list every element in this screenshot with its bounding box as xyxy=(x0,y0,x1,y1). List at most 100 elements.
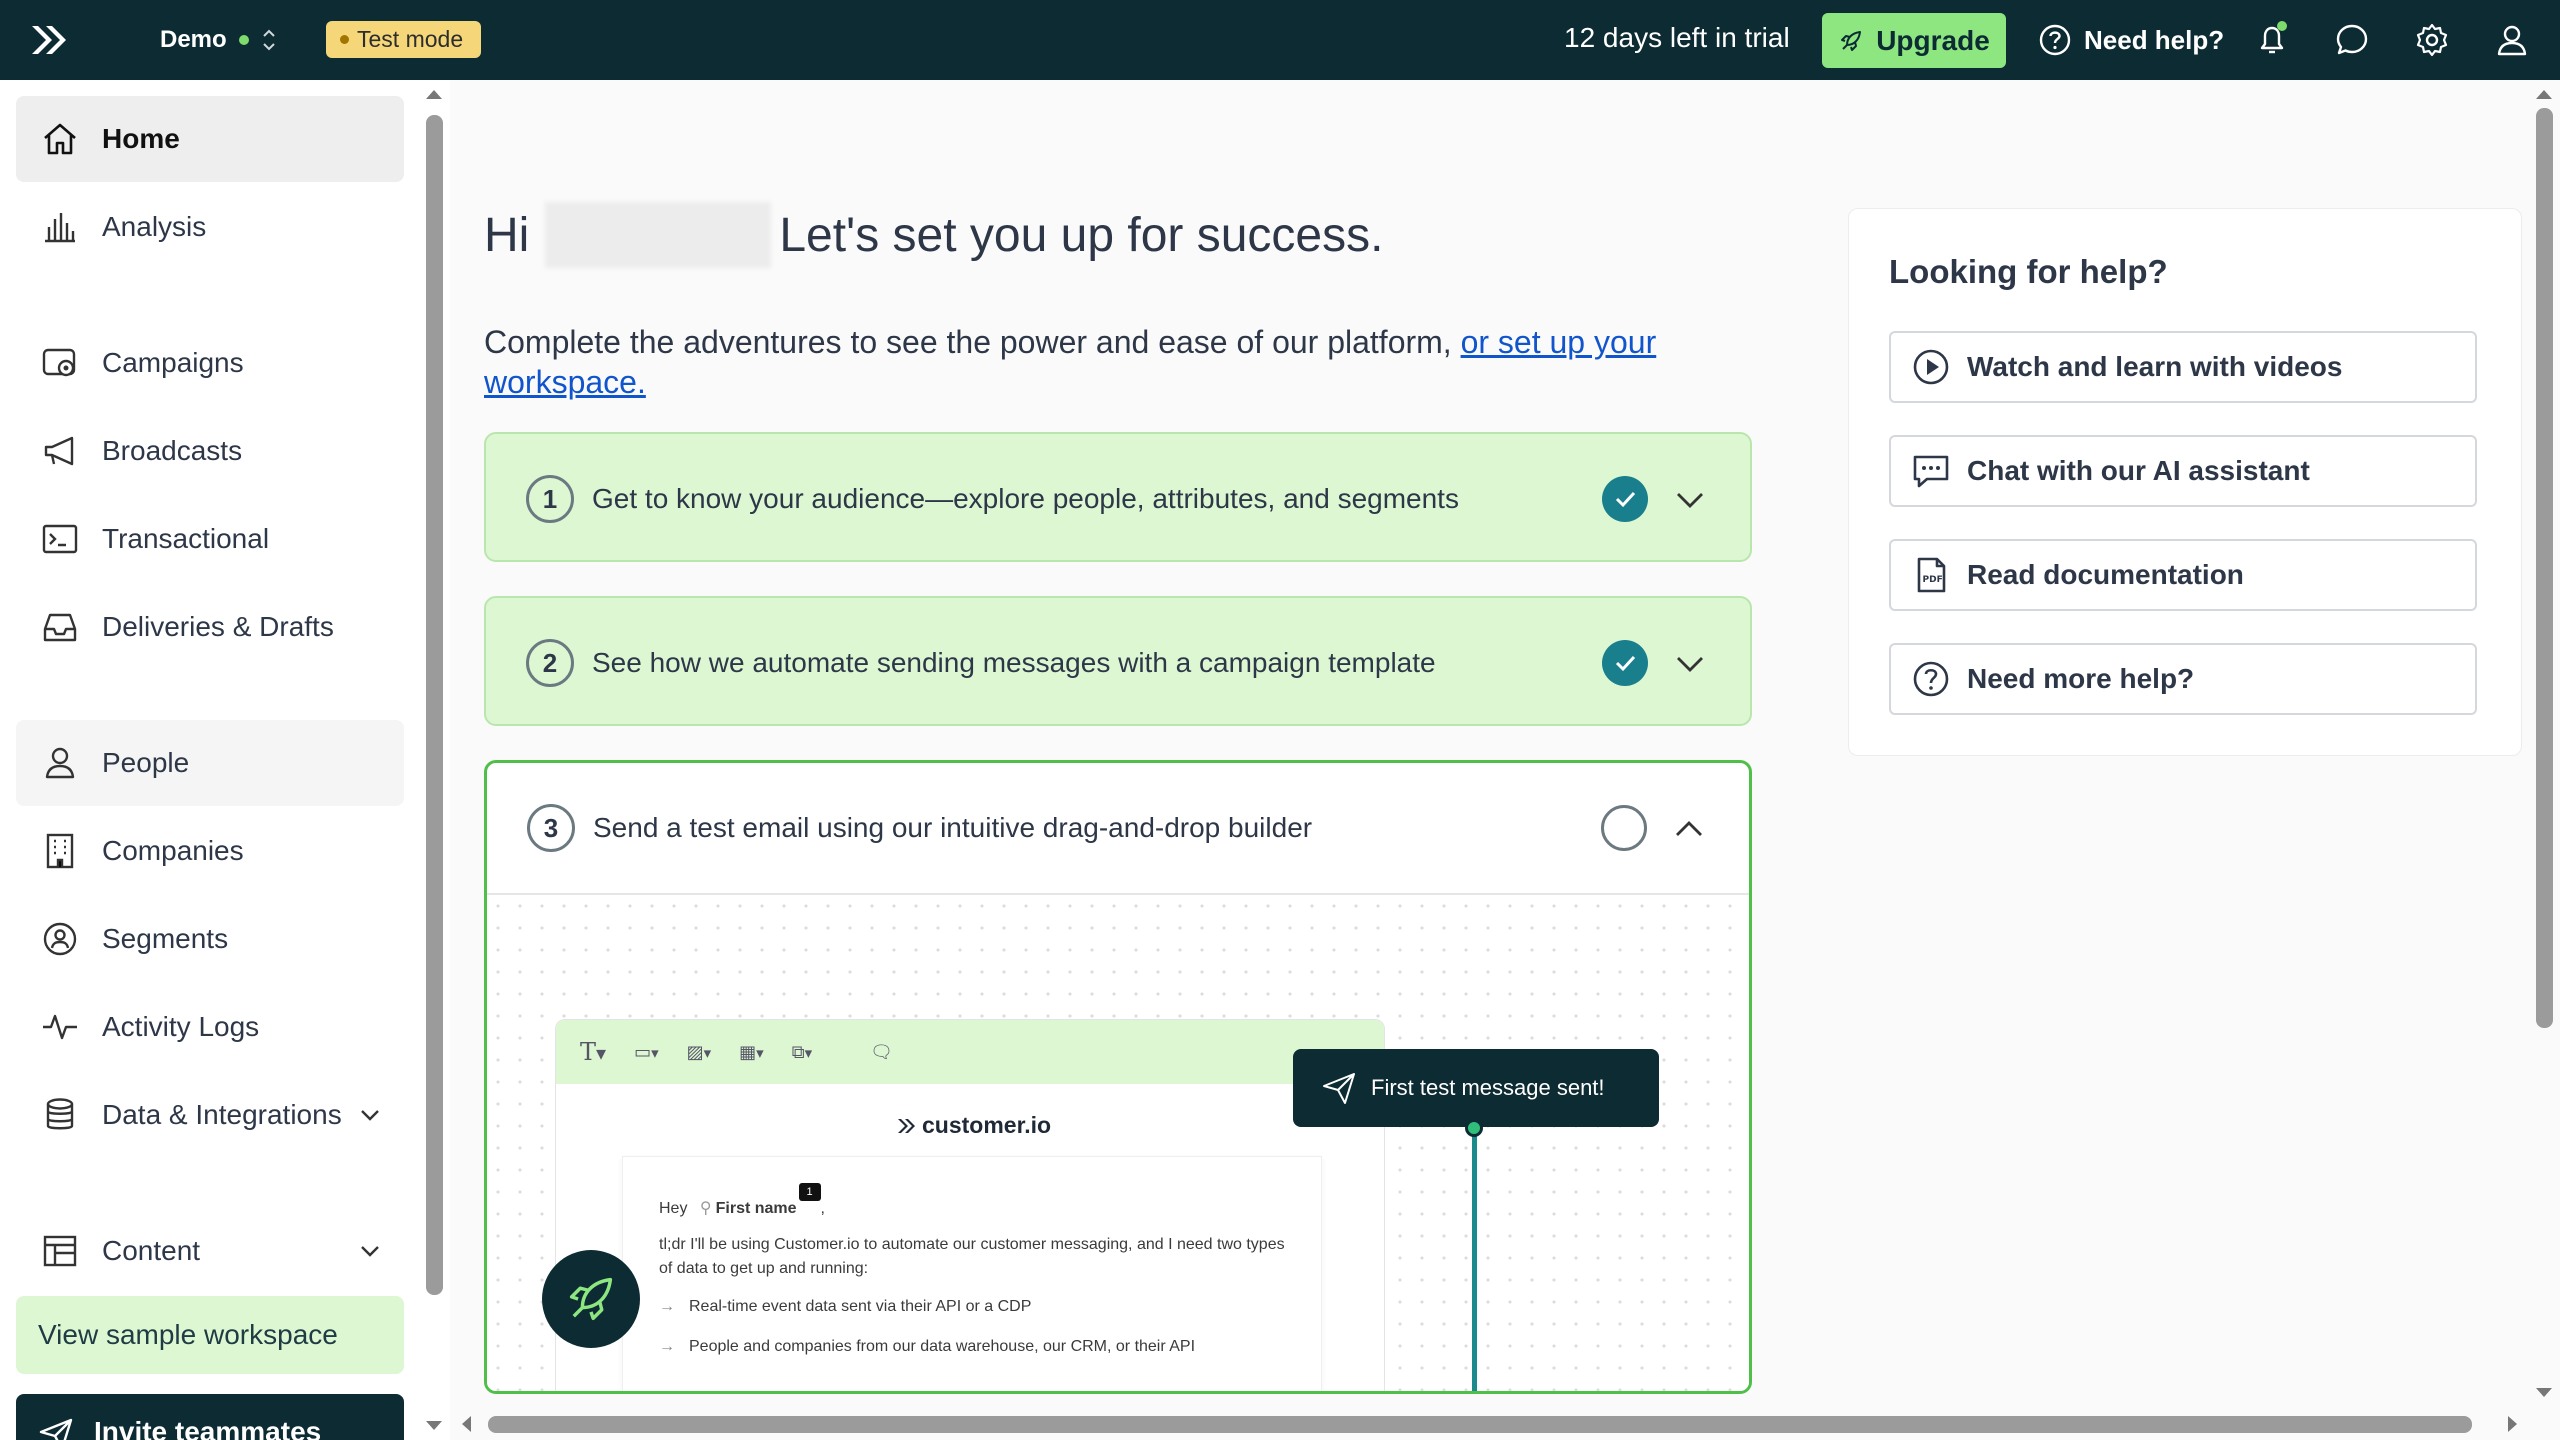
help-panel: Looking for help? Watch and learn with v… xyxy=(1848,208,2522,756)
campaigns-icon xyxy=(42,348,76,377)
email-body-preview: Hey ⚲ First name 1, tl;dr I'll be using Cu… xyxy=(622,1156,1322,1391)
activity-icon xyxy=(43,1014,77,1040)
help-button-label: Read documentation xyxy=(1967,559,2244,590)
greeting-line: Hey ⚲ First name 1, xyxy=(659,1183,1285,1221)
redacted-name xyxy=(545,202,772,268)
scroll-down-arrow-icon[interactable] xyxy=(426,1421,442,1430)
top-bar: Demo Test mode 12 days left in trial Upg… xyxy=(0,0,2560,80)
main-horizontal-scrollbar-thumb[interactable] xyxy=(488,1416,2472,1433)
greeting-suffix: Let's set you up for success. xyxy=(779,208,1384,262)
sidebar-item-data-integrations[interactable]: Data & Integrations xyxy=(16,1072,404,1158)
sidebar-item-broadcasts[interactable]: Broadcasts xyxy=(16,408,404,494)
step-card-2[interactable]: 2 See how we automate sending messages w… xyxy=(484,596,1752,726)
sidebar-item-home[interactable]: Home xyxy=(16,96,404,182)
page-title: Hi Let's set you up for success. xyxy=(484,202,1383,268)
chat-dots-icon xyxy=(1913,455,1949,488)
intro-text: Complete the adventures to see the power… xyxy=(484,322,1754,402)
scroll-down-arrow-icon[interactable] xyxy=(2536,1388,2552,1397)
step-label: See how we automate sending messages wit… xyxy=(592,647,1436,678)
list-item: Real-time event data sent via their API … xyxy=(659,1295,1285,1319)
image-tool-icon: ▨▾ xyxy=(686,1041,712,1062)
pdf-icon: PDF xyxy=(1917,557,1946,593)
step-number: 3 xyxy=(527,804,575,852)
scroll-up-arrow-icon[interactable] xyxy=(426,90,442,99)
sidebar-item-label: Transactional xyxy=(102,523,270,554)
brand-logo: customer.io xyxy=(896,1112,1051,1139)
sidebar-item-label: Broadcasts xyxy=(102,435,243,466)
email-editor-preview: T▾ ▭▾ ▨▾ ▦▾ ⧉▾ 🗨 customer.io Hey ⚲ First … xyxy=(555,1019,1385,1391)
chevron-down-icon[interactable] xyxy=(1674,484,1706,516)
question-icon xyxy=(1913,661,1949,697)
more-help-button[interactable]: Need more help? xyxy=(1889,643,2477,715)
sidebar-item-label: Content xyxy=(102,1235,201,1266)
toast-text: First test message sent! xyxy=(1371,1075,1605,1100)
sidebar-item-label: Campaigns xyxy=(102,347,244,378)
need-help-button[interactable]: Need help? xyxy=(2038,20,2224,60)
upgrade-button[interactable]: Upgrade xyxy=(1822,13,2006,68)
workspace-switcher[interactable]: Demo xyxy=(160,20,277,60)
step-number: 1 xyxy=(526,475,574,523)
editor-toolbar: T▾ ▭▾ ▨▾ ▦▾ ⧉▾ 🗨 xyxy=(556,1020,1384,1084)
test-mode-badge[interactable]: Test mode xyxy=(326,21,482,58)
chevron-down-icon xyxy=(361,1110,379,1121)
upgrade-label: Upgrade xyxy=(1876,24,1990,56)
user-icon[interactable] xyxy=(2492,20,2532,60)
chevron-up-icon[interactable] xyxy=(1673,813,1705,845)
logo-icon[interactable] xyxy=(28,20,68,60)
main-vertical-scrollbar-thumb[interactable] xyxy=(2536,108,2553,1028)
test-mode-dot xyxy=(340,35,349,44)
sidebar-item-label: Analysis xyxy=(102,211,207,242)
comment-badge: 1 xyxy=(798,1183,821,1201)
sidebar-item-activity-logs[interactable]: Activity Logs xyxy=(16,984,404,1070)
step-header[interactable]: 3 Send a test email using our intuitive … xyxy=(487,763,1749,893)
workspace-name: Demo xyxy=(160,26,227,53)
scroll-right-arrow-icon[interactable] xyxy=(2508,1416,2517,1432)
gear-icon[interactable] xyxy=(2412,20,2452,60)
step-header[interactable]: 1 Get to know your audience—explore peop… xyxy=(486,434,1750,564)
sidebar: Home Analysis Campaigns Broadcasts Trans… xyxy=(0,80,420,1440)
sidebar-item-campaigns[interactable]: Campaigns xyxy=(16,320,404,406)
button-tool-icon: ▭▾ xyxy=(634,1041,659,1062)
sidebar-item-people[interactable]: People xyxy=(16,720,404,806)
scroll-up-arrow-icon[interactable] xyxy=(2536,90,2552,99)
hey-text: Hey xyxy=(659,1200,688,1217)
step-header[interactable]: 2 See how we automate sending messages w… xyxy=(486,598,1750,728)
sidebar-item-content[interactable]: Content xyxy=(16,1208,404,1294)
watch-videos-button[interactable]: Watch and learn with videos xyxy=(1889,331,2477,403)
step-number: 2 xyxy=(526,639,574,687)
bar-chart-icon xyxy=(45,213,75,243)
home-icon xyxy=(44,123,76,155)
sidebar-scrollbar-thumb[interactable] xyxy=(426,115,443,1295)
step-card-1[interactable]: 1 Get to know your audience—explore peop… xyxy=(484,432,1752,562)
help-button-label: Watch and learn with videos xyxy=(1967,351,2343,382)
sidebar-item-transactional[interactable]: Transactional xyxy=(16,496,404,582)
building-icon xyxy=(46,833,74,869)
chevron-down-icon[interactable] xyxy=(1674,648,1706,680)
view-sample-workspace-button[interactable]: View sample workspace xyxy=(16,1296,404,1374)
sidebar-item-segments[interactable]: Segments xyxy=(16,896,404,982)
chat-icon[interactable] xyxy=(2332,20,2372,60)
send-icon xyxy=(1323,1073,1355,1104)
invite-teammates-button[interactable]: Invite teammates xyxy=(16,1394,404,1440)
rocket-launch-button[interactable] xyxy=(542,1250,640,1348)
step-label: Get to know your audience—explore people… xyxy=(592,483,1459,514)
sidebar-item-label: Companies xyxy=(102,835,244,866)
first-name-token: ⚲ First name xyxy=(700,1197,797,1221)
help-title: Looking for help? xyxy=(1889,253,2168,290)
person-icon: ⚲ xyxy=(699,1200,712,1217)
intro-body: Complete the adventures to see the power… xyxy=(484,324,1461,360)
scroll-left-arrow-icon[interactable] xyxy=(462,1416,471,1432)
ai-assistant-button[interactable]: Chat with our AI assistant xyxy=(1889,435,2477,507)
rocket-icon xyxy=(569,1277,613,1321)
customerio-logo-icon xyxy=(898,1118,915,1133)
sidebar-item-companies[interactable]: Companies xyxy=(16,808,404,894)
sidebar-item-deliveries[interactable]: Deliveries & Drafts xyxy=(16,584,404,670)
help-circle-icon xyxy=(2039,24,2071,56)
megaphone-icon xyxy=(44,436,74,466)
check-icon xyxy=(1602,640,1648,686)
first-name-label: First name xyxy=(715,1200,797,1217)
bell-icon[interactable] xyxy=(2252,20,2292,60)
read-docs-button[interactable]: PDF Read documentation xyxy=(1889,539,2477,611)
step-card-3[interactable]: 3 Send a test email using our intuitive … xyxy=(484,760,1752,1394)
sidebar-item-analysis[interactable]: Analysis xyxy=(16,184,404,270)
